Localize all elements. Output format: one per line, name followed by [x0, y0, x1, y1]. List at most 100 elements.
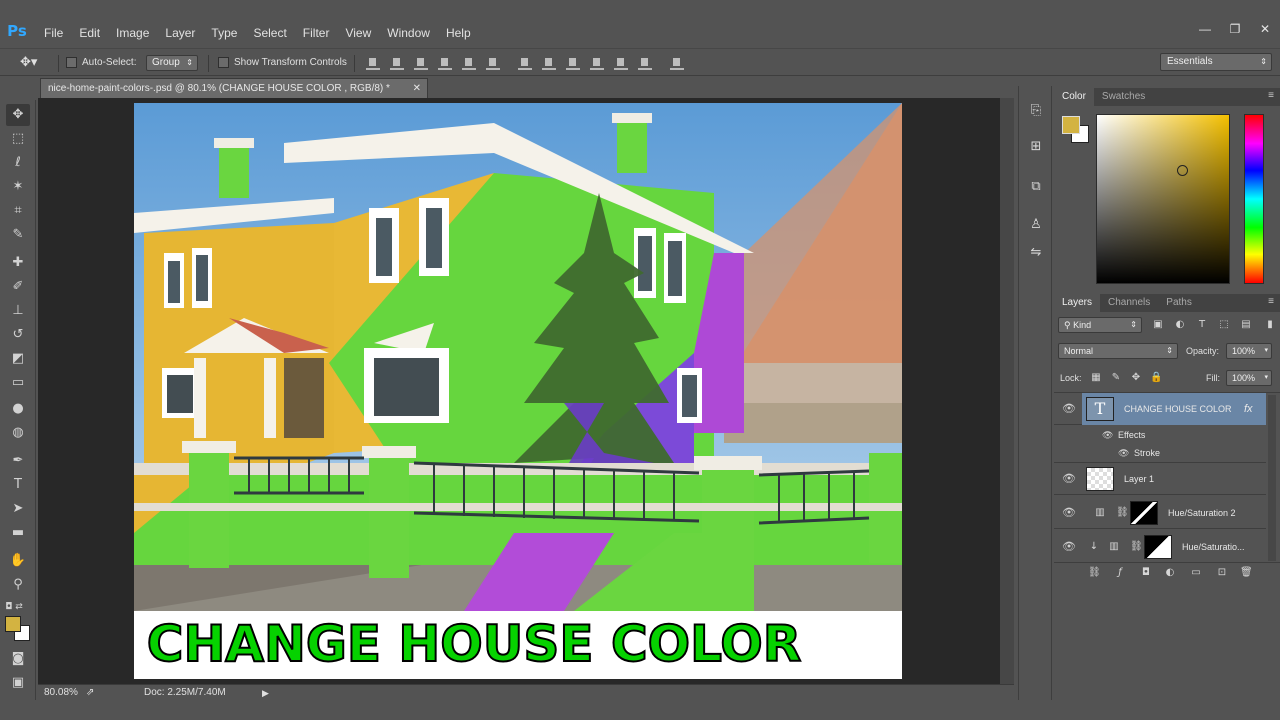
eyedropper-tool-icon[interactable]: ✎ [6, 224, 30, 246]
filter-shape-icon[interactable]: ⬚ [1218, 319, 1230, 331]
menu-view[interactable]: View [337, 24, 379, 42]
lock-transparent-icon[interactable]: ▦ [1090, 372, 1102, 384]
menu-window[interactable]: Window [379, 24, 438, 42]
eraser-tool-icon[interactable]: ◩ [6, 348, 30, 370]
status-menu-arrow-icon[interactable]: ▶ [262, 685, 269, 701]
fill-field[interactable]: 100% ▾ [1226, 370, 1272, 386]
canvas-area[interactable]: CHANGE HOUSE COLOR [38, 98, 1014, 684]
show-transform-checkbox[interactable]: Show Transform Controls [218, 54, 347, 72]
opacity-field[interactable]: 100% ▾ [1226, 343, 1272, 359]
menu-select[interactable]: Select [245, 24, 294, 42]
eye-icon[interactable]: 👁 [1102, 430, 1113, 441]
new-group-icon[interactable]: ▭ [1190, 567, 1202, 579]
align-bottom-icon[interactable] [414, 56, 428, 70]
share-icon[interactable]: ⇗ [86, 685, 94, 701]
history-brush-tool-icon[interactable]: ↺ [6, 324, 30, 346]
lasso-tool-icon[interactable]: ℓ [6, 152, 30, 174]
screen-mode-icon[interactable]: ▣ [6, 672, 30, 694]
color-picker-cursor[interactable] [1177, 165, 1188, 176]
healing-brush-tool-icon[interactable]: ✚ [6, 252, 30, 274]
align-right-icon[interactable] [486, 56, 500, 70]
menu-layer[interactable]: Layer [157, 24, 203, 42]
trash-icon[interactable]: 🗑 [1240, 567, 1253, 579]
lock-position-icon[interactable]: ✥ [1130, 372, 1142, 384]
align-vcenter-icon[interactable] [390, 56, 404, 70]
align-top-icon[interactable] [366, 56, 380, 70]
new-layer-icon[interactable]: ⊡ [1216, 567, 1228, 579]
layer-row-pixel[interactable]: 👁 Layer 1 [1054, 463, 1266, 495]
fx-icon[interactable]: fx [1244, 393, 1253, 425]
workspace-dropdown[interactable]: Essentials ⇕ [1160, 53, 1272, 71]
align-hcenter-icon[interactable] [462, 56, 476, 70]
marquee-tool-icon[interactable]: ⬚ [6, 128, 30, 150]
document-canvas[interactable]: CHANGE HOUSE COLOR [134, 103, 902, 679]
panel-menu-icon[interactable]: ≡ [1268, 296, 1274, 307]
distribute-bottom-icon[interactable] [566, 56, 580, 70]
close-icon[interactable]: ✕ [413, 79, 421, 98]
new-adjustment-icon[interactable]: ◐ [1164, 567, 1176, 579]
auto-select-checkbox[interactable]: Auto-Select: [66, 54, 136, 72]
eye-icon[interactable]: 👁 [1062, 403, 1076, 415]
auto-select-dropdown[interactable]: Group ⇕ [146, 55, 198, 71]
layer-row-text[interactable]: 👁 T CHANGE HOUSE COLOR fx [1054, 393, 1266, 425]
menu-file[interactable]: File [36, 24, 71, 42]
eye-icon[interactable]: 👁 [1118, 448, 1129, 459]
tab-swatches[interactable]: Swatches [1094, 88, 1153, 106]
menu-image[interactable]: Image [108, 24, 157, 42]
filter-adjustment-icon[interactable]: ◐ [1174, 319, 1186, 331]
dodge-tool-icon[interactable]: ◍ [6, 422, 30, 444]
gradient-tool-icon[interactable]: ▭ [6, 372, 30, 394]
tab-layers[interactable]: Layers [1054, 294, 1101, 312]
clone-source-panel-icon[interactable]: ⧉ [1025, 176, 1047, 198]
foreground-color-swatch[interactable] [5, 616, 21, 632]
layer-row-adjustment-2[interactable]: 👁 ▥ ⛓ Hue/Saturation 2 [1054, 497, 1266, 529]
distribute-left-icon[interactable] [590, 56, 604, 70]
properties-panel-icon[interactable]: ⊞ [1025, 136, 1047, 158]
distribute-top-icon[interactable] [518, 56, 532, 70]
eye-icon[interactable]: 👁 [1062, 473, 1076, 485]
layer-mask-thumbnail[interactable] [1130, 501, 1158, 525]
restore-button[interactable]: ❐ [1220, 18, 1250, 40]
layer-row-adjustment-1[interactable]: 👁 ↓ ▥ ⛓ Hue/Saturatio... [1054, 531, 1266, 563]
crop-tool-icon[interactable]: ⌗ [6, 200, 30, 222]
blur-tool-icon[interactable]: ● [6, 398, 30, 420]
tab-channels[interactable]: Channels [1100, 294, 1158, 312]
zoom-tool-icon[interactable]: ⚲ [6, 574, 30, 596]
magic-wand-tool-icon[interactable]: ✶ [6, 176, 30, 198]
distribute-vcenter-icon[interactable] [542, 56, 556, 70]
history-panel-icon[interactable]: ⎘ [1025, 100, 1047, 122]
layer-mask-thumbnail[interactable] [1144, 535, 1172, 559]
menu-help[interactable]: Help [438, 24, 479, 42]
default-colors-icon[interactable]: ◘ ⇄ [2, 596, 26, 618]
eye-icon[interactable]: 👁 [1062, 541, 1076, 553]
layer-filter-dropdown[interactable]: ⚲ Kind ⇕ [1058, 317, 1142, 333]
tab-color[interactable]: Color [1054, 88, 1094, 106]
filter-pixel-icon[interactable]: ▣ [1152, 319, 1164, 331]
brush-panel-icon[interactable]: ♙ [1025, 214, 1047, 236]
layers-scrollbar[interactable] [1268, 395, 1276, 561]
link-layers-icon[interactable]: ⛓ [1088, 567, 1101, 579]
filter-toggle-icon[interactable]: ▮ [1264, 319, 1276, 331]
minimize-button[interactable]: — [1190, 18, 1220, 40]
menu-filter[interactable]: Filter [295, 24, 338, 42]
color-foreground-swatch[interactable] [1062, 116, 1080, 134]
pen-tool-icon[interactable]: ✒ [6, 450, 30, 472]
link-icon[interactable]: ⛓ [1116, 507, 1129, 519]
shape-tool-icon[interactable]: ▬ [6, 522, 30, 544]
menu-type[interactable]: Type [203, 24, 245, 42]
type-tool-icon[interactable]: T [6, 474, 30, 496]
distribute-right-icon[interactable] [638, 56, 652, 70]
blend-mode-dropdown[interactable]: Normal ⇕ [1058, 343, 1178, 359]
zoom-level[interactable]: 80.08% [44, 685, 78, 701]
canvas-scrollbar[interactable] [1000, 98, 1014, 684]
add-style-icon[interactable]: ƒ [1114, 567, 1126, 579]
clone-stamp-tool-icon[interactable]: ⊥ [6, 300, 30, 322]
document-tab[interactable]: nice-home-paint-colors-.psd @ 80.1% (CHA… [40, 78, 428, 98]
filter-type-icon[interactable]: T [1196, 319, 1208, 331]
brush-tool-icon[interactable]: ✐ [6, 276, 30, 298]
path-selection-tool-icon[interactable]: ➤ [6, 498, 30, 520]
auto-align-icon[interactable] [670, 56, 684, 70]
layer-effects-row[interactable]: 👁 Effects [1054, 427, 1266, 445]
color-picker-field[interactable] [1096, 114, 1230, 284]
move-tool-preset-icon[interactable]: ✥▾ [20, 54, 37, 72]
